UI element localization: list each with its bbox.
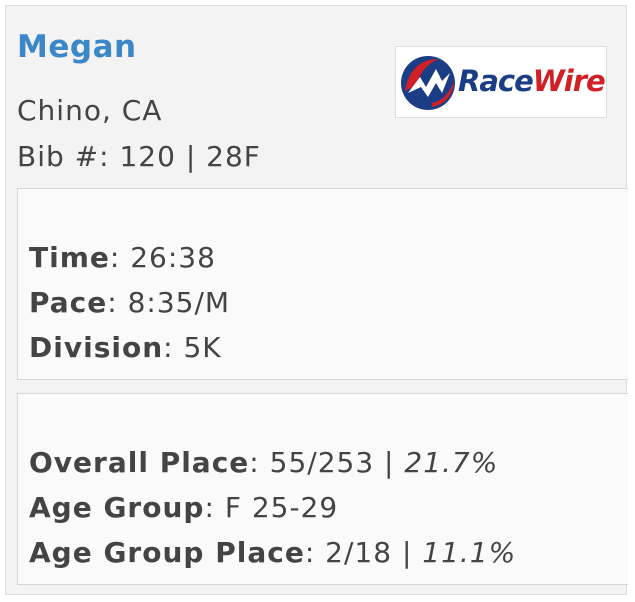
- athlete-bib: Bib #: 120 | 28F: [17, 140, 261, 174]
- age-group-place-value: 2/18: [325, 536, 393, 569]
- racewire-wordmark: RaceWire: [458, 63, 606, 99]
- bib-label: Bib #:: [17, 140, 110, 173]
- age-group-place-percent: 11.1%: [422, 536, 517, 569]
- age-group-place-row: Age Group Place: 2/18 | 11.1%: [29, 536, 517, 569]
- athlete-name[interactable]: Megan: [17, 28, 137, 66]
- overall-place-value: 55/253: [269, 446, 375, 479]
- logo-wire-text: Wire: [532, 64, 606, 98]
- overall-place-separator: |: [374, 446, 405, 479]
- overall-place-percent: 21.7%: [404, 446, 499, 479]
- logo-race-text: Race: [458, 64, 534, 98]
- age-group-place-separator: |: [392, 536, 423, 569]
- pace-row: Pace: 8:35/M: [29, 286, 231, 319]
- age-group-place-label: Age Group Place: [29, 536, 305, 569]
- time-value: 26:38: [130, 241, 216, 274]
- division-label: Division: [29, 331, 164, 364]
- athlete-location: Chino, CA: [17, 94, 163, 127]
- age-group-value: F 25-29: [224, 491, 339, 524]
- bib-value: 120 | 28F: [119, 140, 261, 173]
- placement-panel: Overall Place: 55/253 | 21.7% Age Group:…: [17, 393, 628, 585]
- overall-place-row: Overall Place: 55/253 | 21.7%: [29, 446, 499, 479]
- result-summary-panel: Time: 26:38 Pace: 8:35/M Division: 5K: [17, 188, 628, 380]
- age-group-row: Age Group: F 25-29: [29, 491, 339, 524]
- athlete-result-card: Megan Chino, CA Bib #: 120 | 28F RaceWir…: [5, 5, 628, 595]
- racewire-logo[interactable]: RaceWire: [395, 46, 607, 118]
- pace-value: 8:35/M: [127, 286, 231, 319]
- division-row: Division: 5K: [29, 331, 222, 364]
- time-row: Time: 26:38: [29, 241, 216, 274]
- time-label: Time: [29, 241, 110, 274]
- age-group-label: Age Group: [29, 491, 205, 524]
- division-value: 5K: [183, 331, 222, 364]
- overall-place-label: Overall Place: [29, 446, 250, 479]
- pace-label: Pace: [29, 286, 108, 319]
